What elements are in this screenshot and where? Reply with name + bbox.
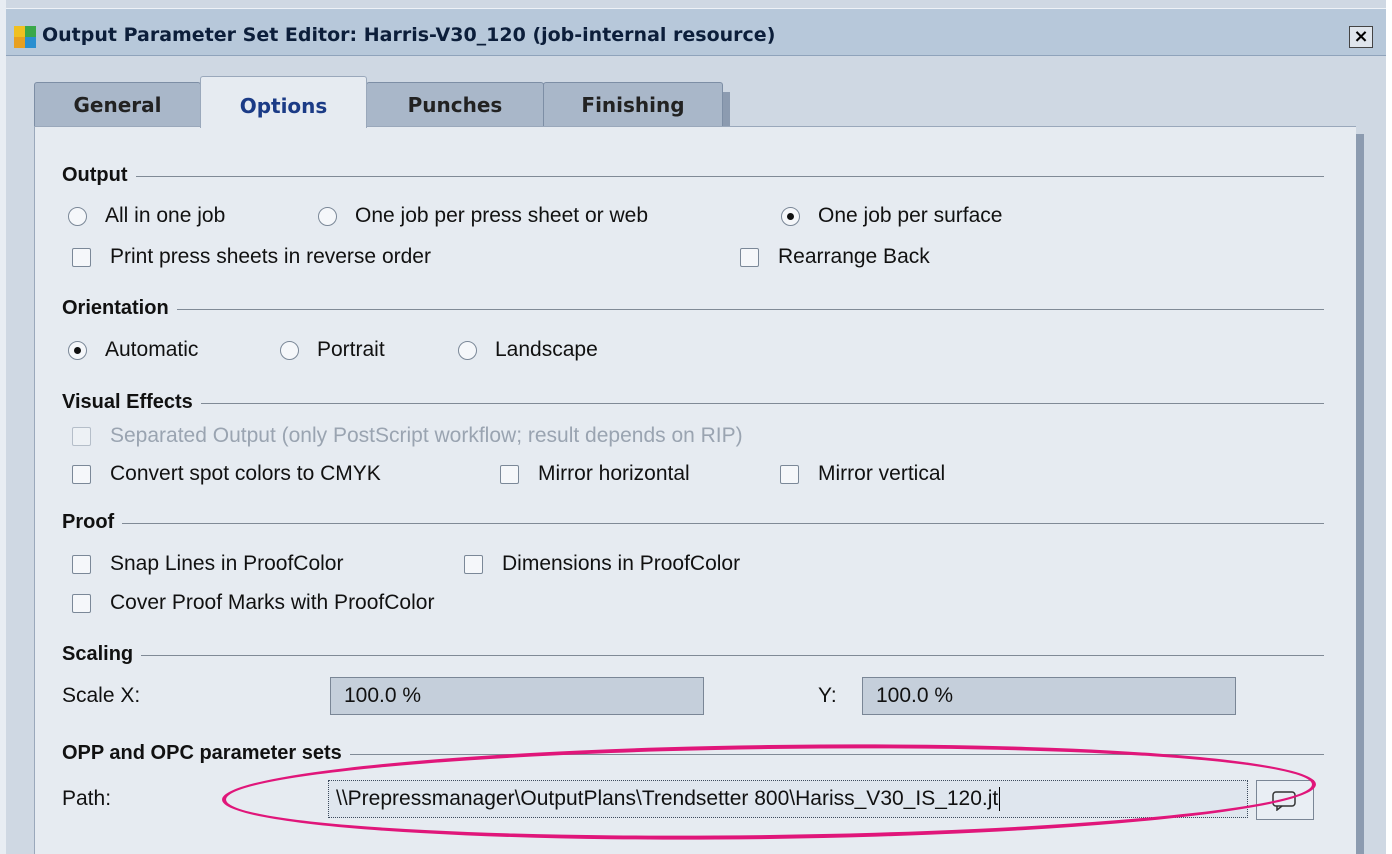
tab-punches[interactable]: Punches [366,82,544,127]
check-snap-lines[interactable]: Snap Lines in ProofColor [72,552,343,576]
scale-x-input[interactable]: 100.0 % [330,677,704,715]
output-separator [68,176,1324,177]
check-rearrange-back[interactable]: Rearrange Back [740,245,930,269]
check-mirror-vertical[interactable]: Mirror vertical [780,462,945,486]
scale-x-label: Scale X: [62,684,141,707]
radio-button-selected[interactable] [781,206,800,226]
radio-one-job-per-press-sheet[interactable]: One job per press sheet or web [318,204,648,228]
panel-shadow [1356,134,1364,854]
check-separated-output: Separated Output (only PostScript workfl… [72,424,743,448]
radio-button-selected[interactable] [68,340,87,360]
tab-strip-shadow [722,92,730,128]
radio-button[interactable] [280,340,299,360]
radio-button[interactable] [318,206,337,226]
checkbox[interactable] [72,464,91,484]
checkbox[interactable] [780,464,799,484]
app-window-icon [14,26,36,48]
check-dimensions[interactable]: Dimensions in ProofColor [464,552,740,576]
check-mirror-horizontal[interactable]: Mirror horizontal [500,462,690,486]
checkbox[interactable] [740,247,759,267]
proof-section-title: Proof [62,511,123,534]
scaling-separator [68,655,1324,656]
check-cover-proof-marks[interactable]: Cover Proof Marks with ProofColor [72,591,434,615]
tab-general[interactable]: General [34,82,201,127]
dialog-window: Output Parameter Set Editor: Harris-V30_… [0,0,1386,854]
title-bar[interactable]: Output Parameter Set Editor: Harris-V30_… [6,8,1386,56]
radio-portrait[interactable]: Portrait [280,338,385,362]
checkbox-disabled [72,426,91,446]
output-section-title: Output [62,164,136,187]
radio-button[interactable] [458,340,477,360]
checkbox[interactable] [72,247,91,267]
radio-one-job-per-surface[interactable]: One job per surface [781,204,1002,228]
tab-finishing[interactable]: Finishing [543,82,723,127]
window-title: Output Parameter Set Editor: Harris-V30_… [42,24,776,46]
checkbox[interactable] [464,554,483,574]
scale-y-label: Y: [818,684,837,707]
close-icon[interactable]: × [1349,26,1373,48]
scaling-section-title: Scaling [62,643,142,666]
orientation-section-title: Orientation [62,297,177,320]
orientation-separator [68,309,1324,310]
radio-automatic[interactable]: Automatic [68,338,198,362]
visual-effects-separator [68,403,1324,404]
check-convert-spot-colors[interactable]: Convert spot colors to CMYK [72,462,381,486]
radio-all-in-one-job[interactable]: All in one job [68,204,225,228]
radio-button[interactable] [68,206,87,226]
path-label: Path: [62,787,112,810]
scale-y-input[interactable]: 100.0 % [862,677,1236,715]
visual-effects-section-title: Visual Effects [62,391,201,414]
checkbox[interactable] [72,593,91,613]
checkbox[interactable] [500,464,519,484]
proof-separator [68,523,1324,524]
checkbox[interactable] [72,554,91,574]
check-print-reverse-order[interactable]: Print press sheets in reverse order [72,245,431,269]
tab-options[interactable]: Options [200,76,367,128]
opp-section-title: OPP and OPC parameter sets [62,742,350,765]
radio-landscape[interactable]: Landscape [458,338,598,362]
